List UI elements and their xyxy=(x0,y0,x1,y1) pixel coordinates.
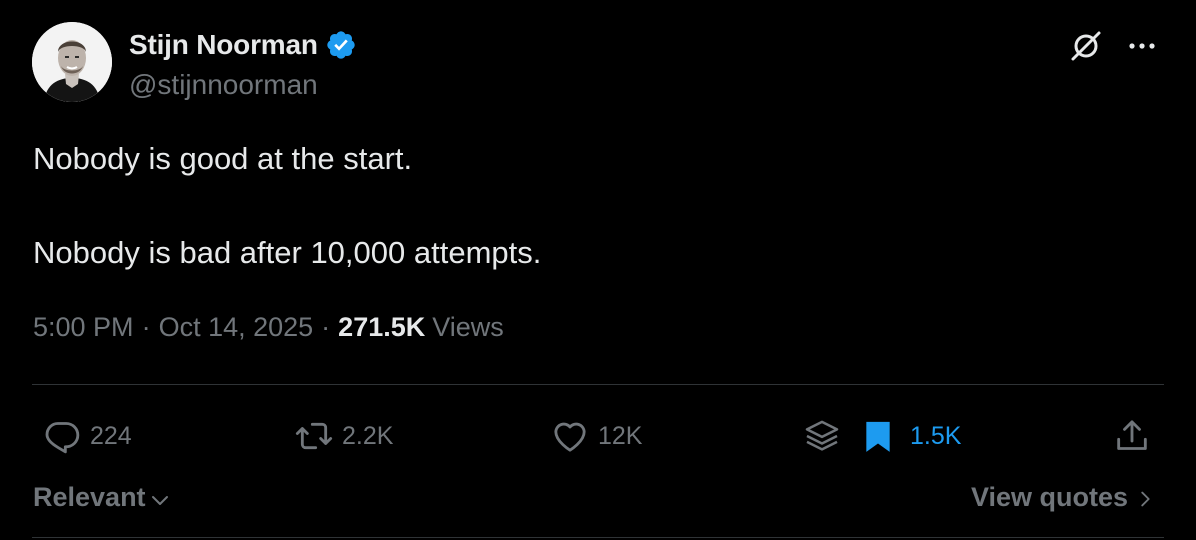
bookmark-count: 1.5K xyxy=(910,421,962,450)
action-bar: 224 2.2K 12K 1.5K xyxy=(32,412,1164,460)
stack-icon xyxy=(805,420,839,451)
meta-separator: · xyxy=(141,312,151,342)
like-count: 12K xyxy=(598,421,643,450)
meta-separator: · xyxy=(321,312,331,342)
tweet-text: Nobody is good at the start. Nobody is b… xyxy=(33,136,1163,276)
reply-count: 224 xyxy=(90,421,132,450)
reply-icon xyxy=(45,422,80,454)
chevron-down-icon xyxy=(151,495,168,505)
tweet-date[interactable]: Oct 14, 2025 xyxy=(159,312,314,343)
tweet-time[interactable]: 5:00 PM xyxy=(33,312,134,343)
chevron-right-icon xyxy=(1141,491,1150,506)
repost-icon xyxy=(295,422,333,450)
view-quotes-link[interactable]: View quotes xyxy=(971,482,1156,513)
repost-button[interactable]: 2.2K xyxy=(294,412,393,460)
tweet-detail: Stijn Noorman @stijnnoorman Nobody is go… xyxy=(0,0,1196,540)
author-handle[interactable]: @stijnnoorman xyxy=(129,69,357,101)
author-names: Stijn Noorman @stijnnoorman xyxy=(129,27,357,101)
like-button[interactable]: 12K xyxy=(550,412,642,460)
divider xyxy=(32,384,1164,385)
bottom-divider xyxy=(32,537,1164,538)
share-button[interactable] xyxy=(1112,412,1152,460)
name-row: Stijn Noorman xyxy=(129,27,357,63)
bookmark-button[interactable]: 1.5K xyxy=(858,412,961,460)
reply-button[interactable]: 224 xyxy=(42,412,132,460)
share-icon xyxy=(1117,420,1147,450)
avatar[interactable] xyxy=(32,22,112,102)
views-count: 271.5K xyxy=(338,312,426,342)
views-label: Views xyxy=(432,312,504,342)
author-display-name[interactable]: Stijn Noorman xyxy=(129,29,318,61)
sort-label: Relevant xyxy=(33,482,146,512)
tweet-text-line-2: Nobody is bad after 10,000 attempts. xyxy=(33,235,542,270)
stack-button[interactable] xyxy=(802,412,842,460)
tweet-text-line-1: Nobody is good at the start. xyxy=(33,141,413,176)
tweet-header: Stijn Noorman @stijnnoorman xyxy=(32,22,357,102)
tweet-meta: 5:00 PM · Oct 14, 2025 · 271.5K Views xyxy=(33,312,504,343)
view-quotes-label: View quotes xyxy=(970,482,1128,512)
more-options-icon[interactable] xyxy=(1122,26,1162,66)
repost-count: 2.2K xyxy=(342,421,394,450)
top-actions xyxy=(1066,26,1162,66)
sort-dropdown[interactable]: Relevant xyxy=(33,482,172,513)
grok-icon[interactable] xyxy=(1066,26,1106,66)
bookmark-filled-icon xyxy=(866,421,890,452)
verified-badge-icon xyxy=(327,31,355,59)
tweet-footer: Relevant View quotes xyxy=(32,478,1164,518)
heart-icon xyxy=(554,422,586,452)
